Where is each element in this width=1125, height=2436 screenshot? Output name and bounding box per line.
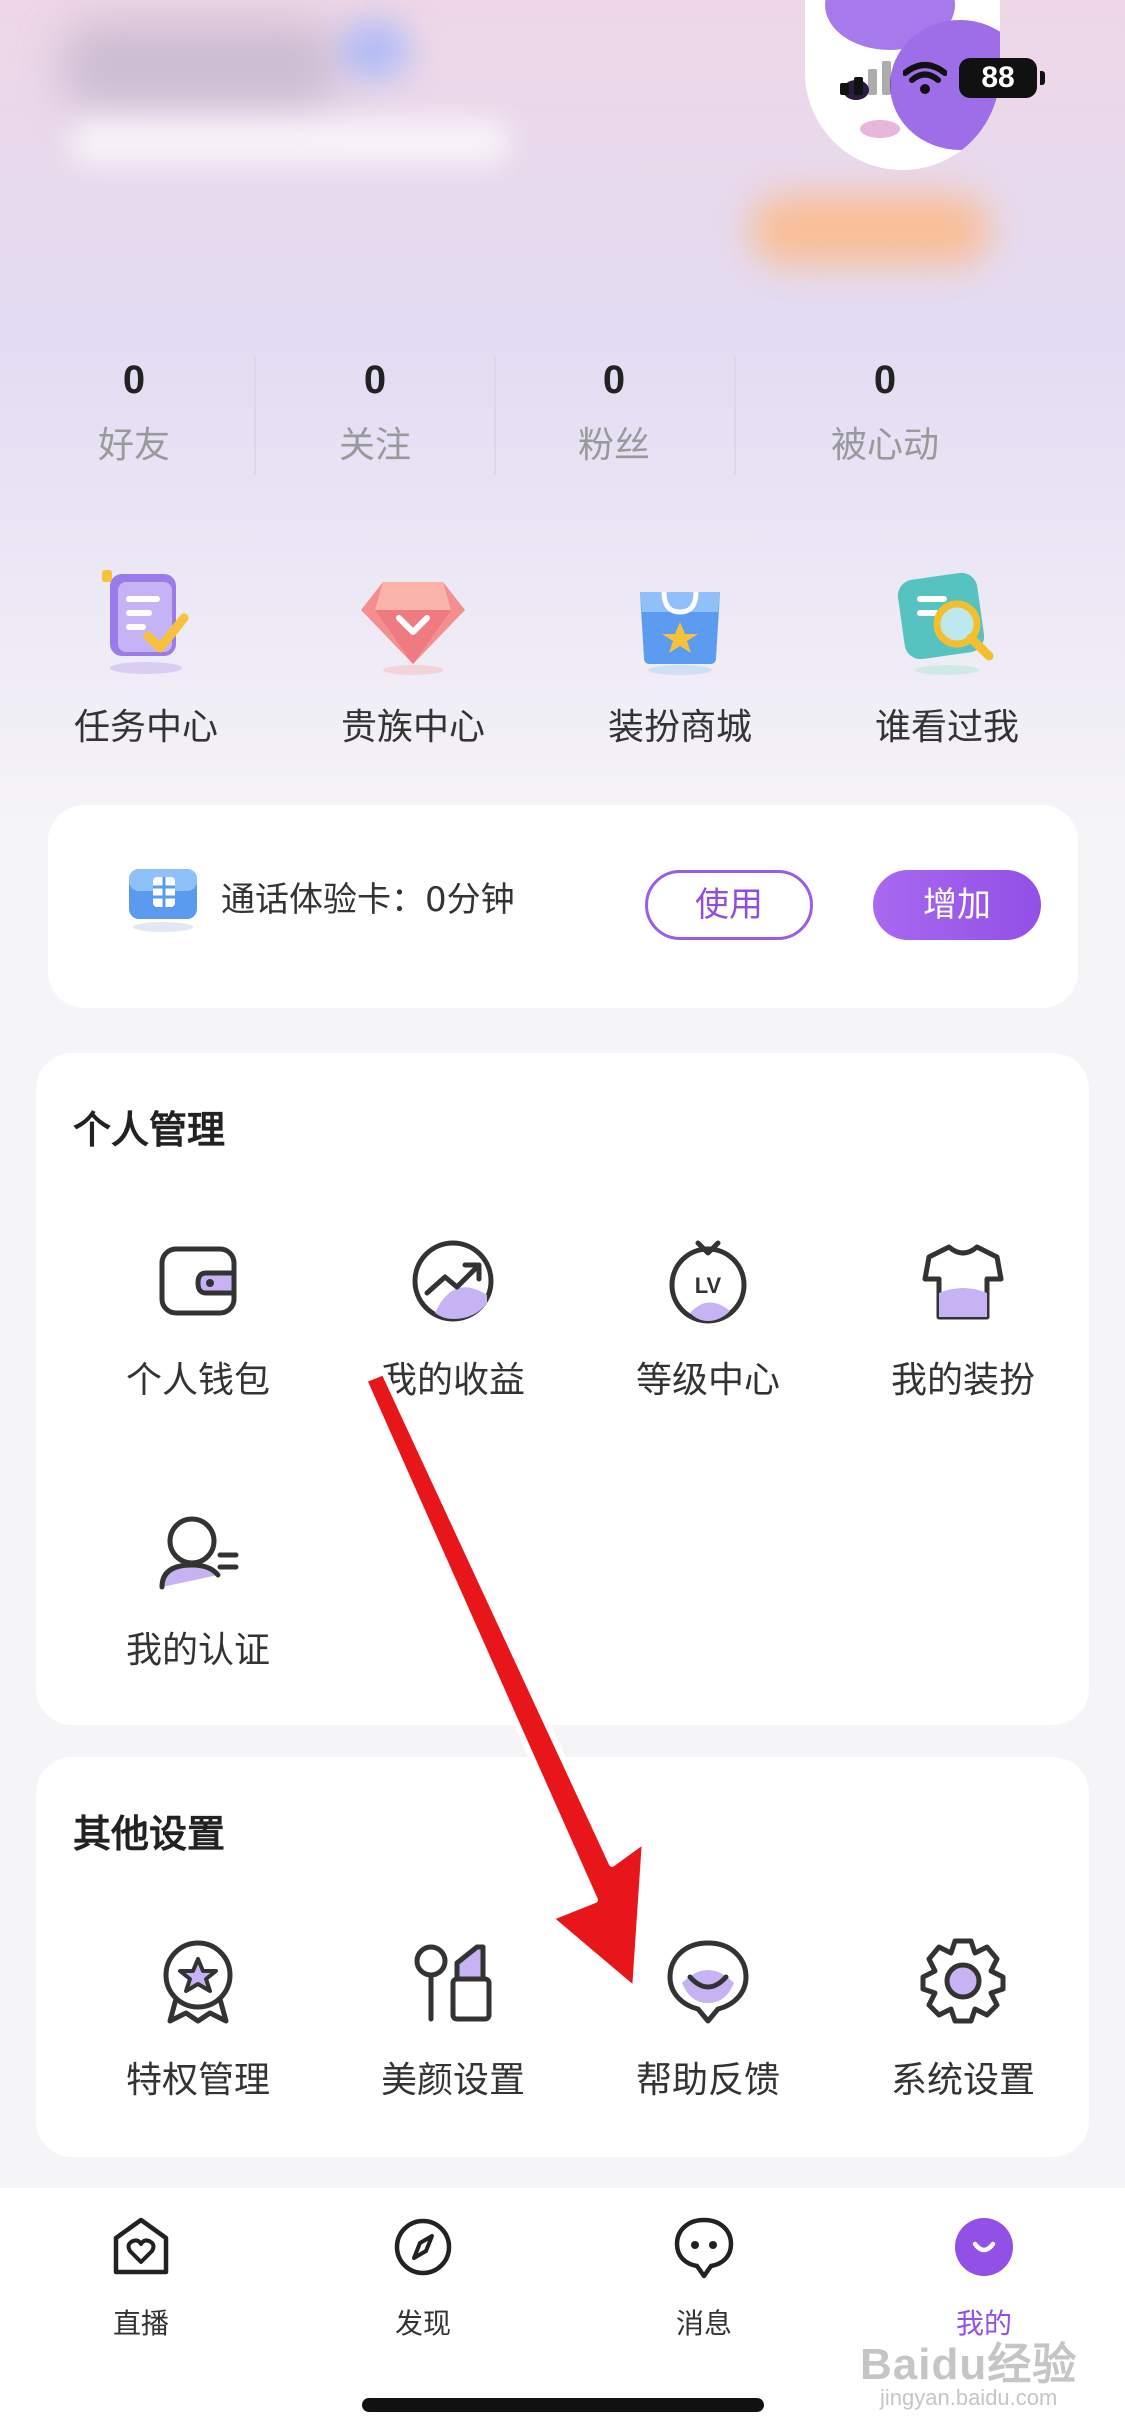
divider [734,355,736,475]
item-beauty-settings[interactable]: 美颜设置 [343,1933,563,2103]
gear-icon [920,1938,1006,2024]
home-indicator[interactable] [362,2398,764,2412]
divider [254,355,256,475]
item-level-center[interactable]: LV 等级中心 [598,1233,818,1403]
battery-level: 88 [959,58,1045,98]
stat-liked-by[interactable]: 0 被心动 [785,350,985,468]
other-settings-panel: 其他设置 特权管理 美颜设置 帮助反馈 系统设置 [36,1757,1089,2157]
item-privilege-management[interactable]: 特权管理 [88,1933,308,2103]
blurred-badge [340,20,410,80]
level-icon: LV [669,1240,747,1324]
add-button[interactable]: 增加 [873,870,1041,940]
tab-me[interactable]: 我的 [894,2214,1074,2342]
item-my-outfit[interactable]: 我的装扮 [853,1233,1073,1403]
tab-live[interactable]: 直播 [51,2214,231,2342]
cellular-signal-icon [840,61,891,95]
stat-value: 0 [122,358,146,402]
compass-icon [394,2218,452,2276]
beauty-icon [414,1944,492,2022]
item-earnings[interactable]: 我的收益 [343,1233,563,1403]
svg-text:LV: LV [695,1273,722,1298]
verification-icon [159,1516,239,1590]
stat-friends[interactable]: 0 好友 [34,350,234,468]
personal-management-panel: 个人管理 个人钱包 我的收益 LV 等级中心 我的装扮 我的认证 [36,1053,1089,1725]
quick-link-label: 任务中心 [73,707,218,748]
stat-label: 被心动 [830,425,939,466]
quick-link-visitors[interactable]: 谁看过我 [827,560,1067,750]
blurred-username [60,20,340,110]
call-card-text: 通话体验卡：0分钟 [221,880,515,920]
item-label: 我的收益 [380,1360,525,1401]
earnings-icon [412,1240,494,1322]
profile-icon [955,2218,1013,2276]
wallet-icon [159,1246,237,1316]
magnifier-icon [897,572,994,675]
outfit-icon [922,1244,1004,1320]
wifi-icon [903,62,947,94]
item-label: 我的认证 [125,1630,270,1671]
sim-card-icon [129,869,197,932]
tab-messages[interactable]: 消息 [614,2214,794,2342]
item-verification[interactable]: 我的认证 [88,1503,308,1673]
stat-value: 0 [602,358,626,402]
call-card: 通话体验卡：0分钟 使用 增加 [48,805,1078,1008]
stat-value: 0 [873,358,897,402]
tab-label: 发现 [394,2307,451,2340]
section-title: 个人管理 [73,1108,226,1152]
item-label: 帮助反馈 [635,2060,780,2101]
baidu-watermark-url: jingyan.baidu.com [880,2385,1058,2410]
item-system-settings[interactable]: 系统设置 [853,1933,1073,2103]
stat-following[interactable]: 0 关注 [275,350,475,468]
item-help-feedback[interactable]: 帮助反馈 [598,1933,818,2103]
item-label: 特权管理 [125,2060,270,2101]
message-icon [674,2217,734,2279]
stat-fans[interactable]: 0 粉丝 [514,350,714,468]
item-label: 个人钱包 [125,1360,270,1401]
task-icon [102,570,189,674]
quick-link-task-center[interactable]: 任务中心 [26,560,266,750]
quick-link-noble-center[interactable]: 贵族中心 [293,560,533,750]
tab-label: 直播 [112,2307,169,2340]
stat-label: 关注 [338,425,411,466]
tab-discover[interactable]: 发现 [333,2214,513,2342]
item-label: 等级中心 [635,1360,780,1401]
tab-label: 消息 [675,2307,732,2340]
section-title: 其他设置 [73,1812,226,1856]
status-bar: 88 [840,58,1045,98]
divider [494,355,496,475]
quick-link-label: 装扮商城 [607,707,752,748]
blurred-user-id [70,120,510,164]
item-label: 我的装扮 [890,1360,1035,1401]
item-label: 系统设置 [890,2060,1035,2101]
diamond-icon [361,582,465,675]
live-icon [113,2217,169,2275]
item-wallet[interactable]: 个人钱包 [88,1233,308,1403]
stat-label: 粉丝 [577,425,650,466]
item-label: 美颜设置 [380,2060,525,2101]
quick-link-outfit-store[interactable]: 装扮商城 [560,560,800,750]
shopping-bag-icon [640,591,720,675]
baidu-watermark: Baidu经验 [860,2340,1078,2389]
quick-link-label: 贵族中心 [340,707,485,748]
stat-label: 好友 [97,425,170,466]
feedback-icon [667,1940,749,2024]
privilege-icon [163,1940,233,2024]
blurred-tag-button[interactable] [750,195,990,265]
stat-value: 0 [363,358,387,402]
use-button[interactable]: 使用 [645,870,813,940]
quick-link-label: 谁看过我 [874,707,1019,748]
